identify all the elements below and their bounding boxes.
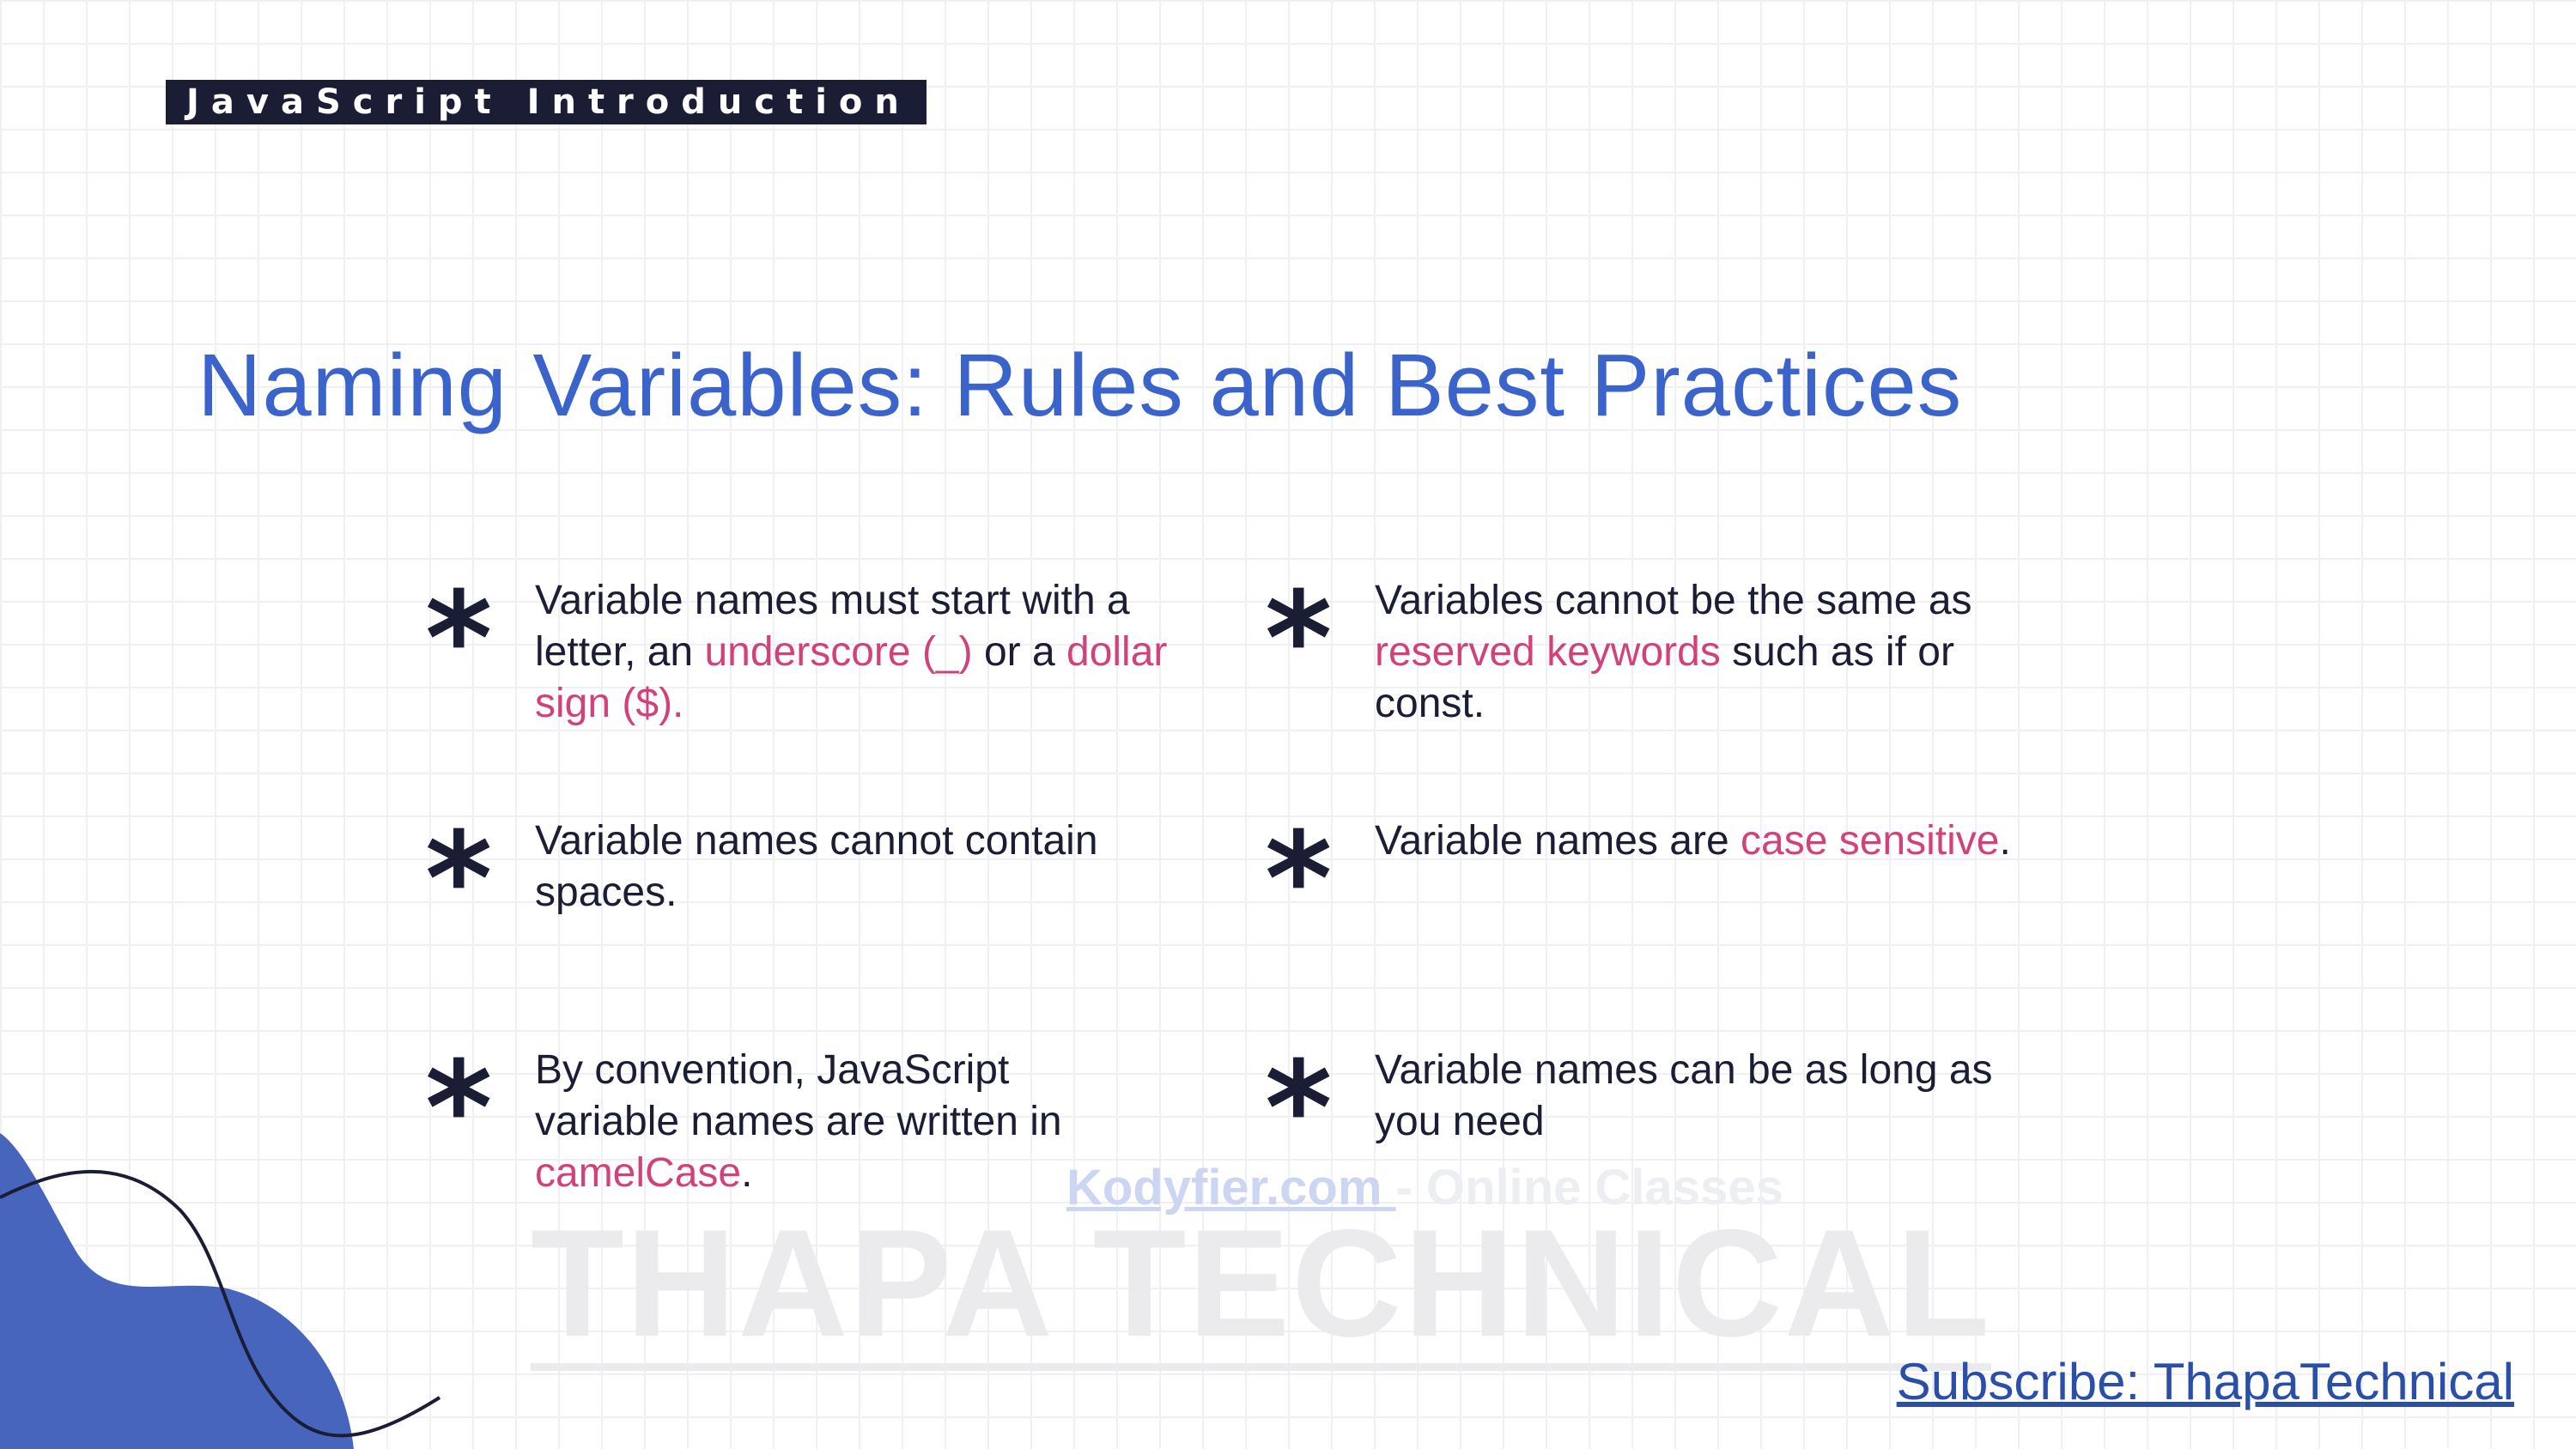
slide-title: Naming Variables: Rules and Best Practic… [197,336,1963,434]
rule-item: * Variable names can be as long as you n… [1265,1034,2044,1184]
asterisk-icon: * [1265,805,1333,955]
rule-text: Variable names must start with a letter,… [535,578,1168,726]
rule-highlight: reserved keywords [1375,629,1721,675]
rule-item: * Variable names are case sensitive. [1265,805,2062,955]
asterisk-icon: * [425,805,493,955]
subscribe-link[interactable]: Subscribe: ThapaTechnical [1897,1352,2514,1411]
rule-item: * Variable names must start with a lette… [425,575,1205,730]
decorative-blob [0,1133,441,1449]
rule-text: Variables cannot be the same as reserved… [1375,578,1972,726]
rule-text: Variable names are case sensitive. [1375,818,2011,864]
rule-text: Variable names cannot contain spaces. [535,818,1098,915]
section-tag: JavaScript Introduction [166,80,927,124]
asterisk-icon: * [425,565,493,714]
watermark-brand: THAPA TECHNICAL [531,1207,1992,1371]
asterisk-icon: * [1265,565,1333,714]
rule-item: * Variables cannot be the same as reserv… [1265,575,2010,730]
blob-shape [0,1133,354,1449]
rule-highlight: case sensitive [1741,818,2000,864]
rule-text: Variable names can be as long as you nee… [1375,1047,1993,1144]
rule-item: * By convention, JavaScript variable nam… [425,1045,1136,1199]
rule-item: * Variable names cannot contain spaces. [425,805,1170,955]
rule-text: By convention, JavaScript variable names… [535,1047,1062,1196]
asterisk-icon: * [1265,1034,1333,1184]
rule-highlight: camelCase [535,1150,742,1196]
rule-highlight: underscore (_) [704,629,973,675]
